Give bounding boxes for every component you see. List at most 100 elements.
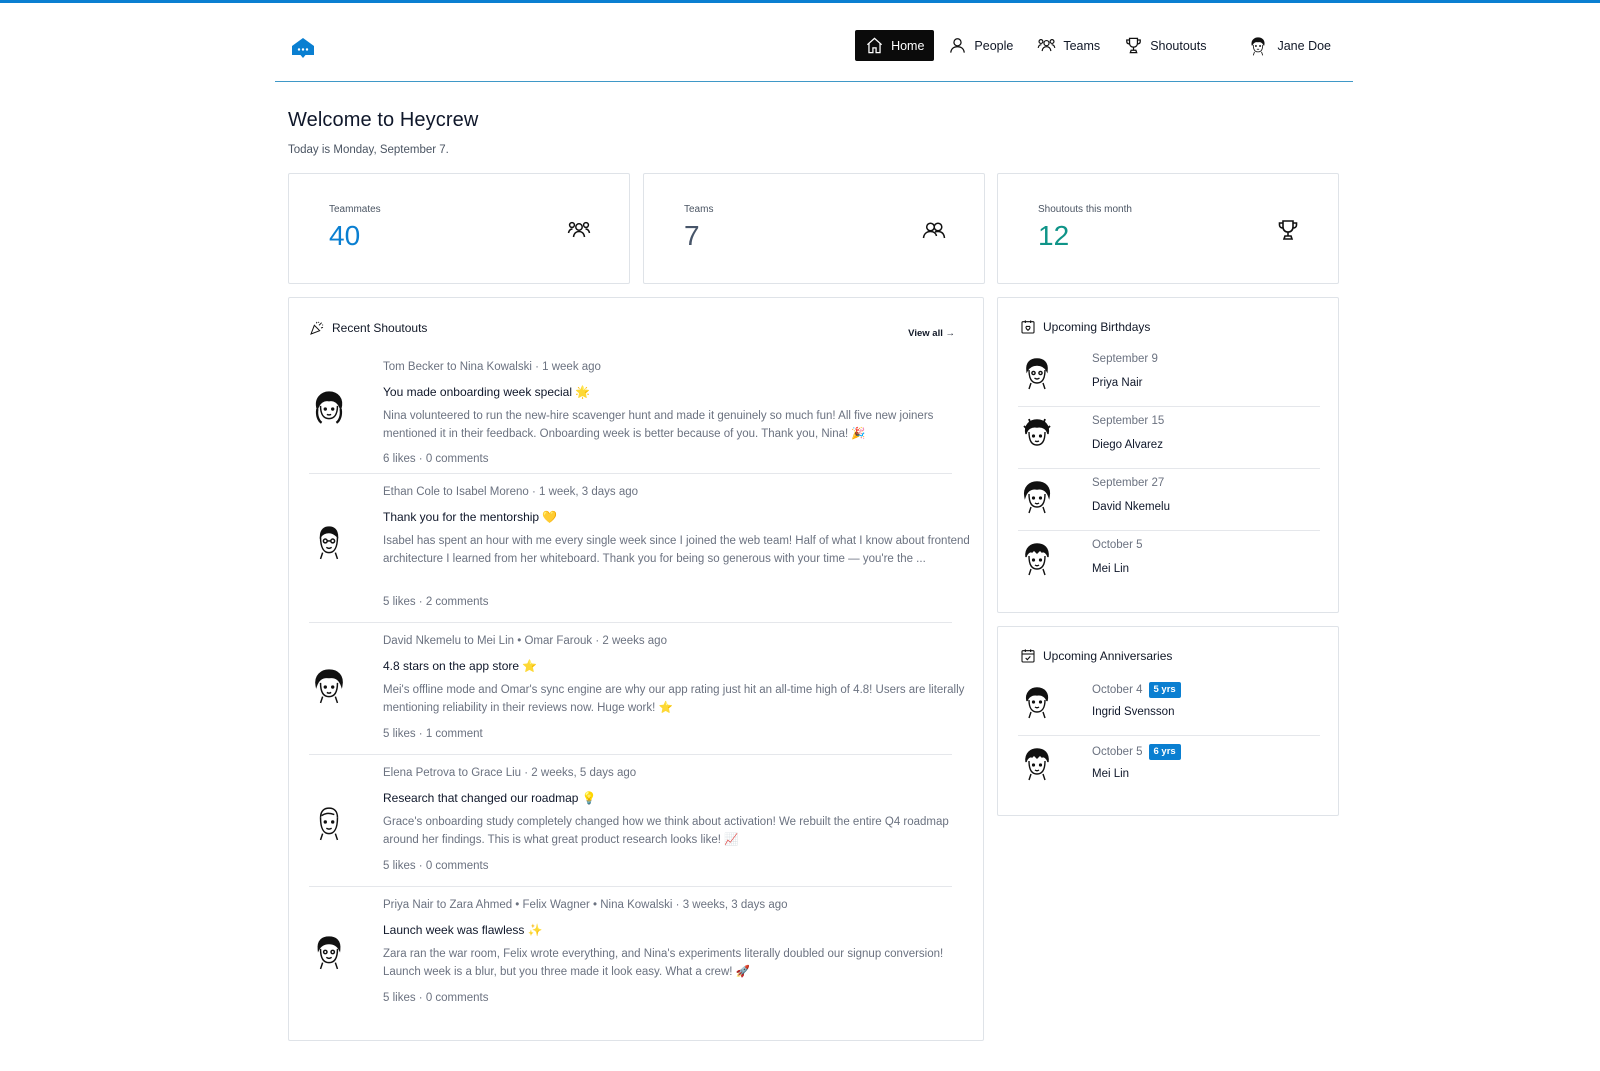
nav-shoutouts[interactable]: Shoutouts: [1114, 30, 1216, 61]
shoutout-meta: Elena Petrova to Grace Liu · 2 weeks, 5 …: [383, 767, 637, 779]
upcoming-anniversaries-panel: Upcoming Anniversaries October 4 5 yrs I…: [997, 626, 1339, 816]
team-icon: [567, 221, 591, 238]
date-text: October 4: [1092, 684, 1143, 696]
birthday-date: September 27: [1092, 477, 1164, 489]
trophy-icon: [1278, 220, 1298, 240]
shoutout-meta: Ethan Cole to Isabel Moreno · 1 week, 3 …: [383, 486, 639, 498]
shoutout-title: Thank you for the mentorship 💛: [383, 510, 558, 524]
app-header: Home People Teams Shoutouts Jane Doe: [275, 3, 1353, 82]
user-menu[interactable]: Jane Doe: [1238, 30, 1341, 61]
avatar: [1025, 748, 1049, 781]
calendar-heart-icon: [1021, 320, 1035, 334]
years-badge: 6 yrs: [1148, 744, 1181, 760]
shoutout-body: Grace's onboarding study completely chan…: [383, 816, 949, 846]
panel-header: Upcoming Anniversaries: [1020, 648, 1172, 664]
shoutout-item[interactable]: David Nkemelu to Mei Lin • Omar Farouk ·…: [309, 623, 964, 755]
date-text: September 15: [1092, 415, 1165, 427]
person-name: Diego Alvarez: [1092, 439, 1163, 451]
shoutout-body: Mei's offline mode and Omar's sync engin…: [383, 684, 965, 714]
person-name: Ingrid Svensson: [1092, 706, 1175, 718]
avatar: [1023, 418, 1051, 446]
stat-value: 7: [684, 220, 700, 251]
shoutout-stats: 5 likes · 0 comments: [383, 860, 489, 872]
shoutout-meta: Priya Nair to Zara Ahmed • Felix Wagner …: [383, 899, 788, 911]
avatar: [1025, 687, 1049, 719]
birthday-row[interactable]: September 9 Priya Nair: [1018, 345, 1320, 407]
user-avatar: [1251, 36, 1266, 56]
nav-home[interactable]: Home: [855, 30, 935, 61]
shoutout-item[interactable]: Ethan Cole to Isabel Moreno · 1 week, 3 …: [309, 474, 970, 623]
shoutout-item[interactable]: Priya Nair to Zara Ahmed • Felix Wagner …: [309, 887, 952, 1027]
main-nav: Home People Teams Shoutouts Jane Doe: [851, 30, 1341, 61]
team-icon: [1037, 39, 1056, 52]
recent-shoutouts-panel: Recent Shoutouts View all → Tom Becker t…: [288, 297, 984, 1041]
stat-value: 12: [1038, 220, 1070, 251]
anniversary-date: October 5 6 yrs: [1092, 744, 1181, 760]
shoutout-title: 4.8 stars on the app store ⭐: [383, 659, 538, 673]
stat-value: 40: [329, 220, 361, 251]
view-all-link[interactable]: View all →: [908, 328, 955, 339]
birthday-date: September 9: [1092, 353, 1158, 365]
shoutout-title: You made onboarding week special 🌟: [383, 385, 591, 399]
nav-shoutouts-label: Shoutouts: [1150, 38, 1207, 53]
shoutout-meta: David Nkemelu to Mei Lin • Omar Farouk ·…: [383, 635, 667, 647]
birthday-row[interactable]: September 27 David Nkemelu: [1018, 469, 1320, 531]
stat-label: Teammates: [329, 204, 381, 215]
logo-icon[interactable]: [291, 36, 315, 60]
party-popper-icon: [310, 321, 324, 335]
panel-title: Upcoming Anniversaries: [1043, 649, 1173, 663]
shoutout-stats: 5 likes · 0 comments: [383, 992, 489, 1004]
shoutout-item[interactable]: Elena Petrova to Grace Liu · 2 weeks, 5 …: [309, 755, 952, 887]
avatar: [315, 669, 343, 704]
years-badge: 5 yrs: [1148, 682, 1181, 698]
person-name: Mei Lin: [1092, 563, 1130, 575]
date-text: September 9: [1092, 353, 1158, 365]
home-icon: [867, 37, 883, 54]
avatar: [317, 936, 341, 970]
panel-header: Upcoming Birthdays: [1020, 319, 1150, 335]
date-text: October 5: [1092, 746, 1143, 758]
shoutout-item[interactable]: Tom Becker to Nina Kowalski · 1 week ago…: [309, 354, 952, 474]
user-name: Jane Doe: [1277, 38, 1331, 53]
nav-people-label: People: [974, 38, 1014, 53]
shoutout-body: Isabel has spent an hour with me every s…: [383, 535, 970, 565]
shoutout-meta: Tom Becker to Nina Kowalski · 1 week ago: [383, 361, 601, 373]
avatar: [1025, 543, 1049, 576]
person-name: Priya Nair: [1092, 377, 1143, 389]
date-text: October 5: [1092, 539, 1143, 551]
nav-people[interactable]: People: [938, 30, 1023, 61]
shoutout-stats: 5 likes · 1 comment: [383, 728, 483, 740]
page-title: Welcome to Heycrew: [288, 109, 479, 131]
avatar: [315, 391, 343, 424]
stat-label: Shoutouts this month: [1038, 204, 1132, 215]
birthday-row[interactable]: October 5 Mei Lin: [1018, 531, 1320, 593]
stat-card-shoutouts[interactable]: Shoutouts this month 12: [997, 173, 1339, 284]
trophy-icon: [1126, 37, 1142, 54]
page-subtitle: Today is Monday, September 7.: [288, 144, 449, 156]
birthday-date: October 5: [1092, 539, 1143, 551]
person-icon: [950, 38, 966, 53]
nav-home-label: Home: [891, 38, 925, 53]
shoutout-stats: 5 likes · 2 comments: [383, 596, 489, 608]
shoutout-title: Launch week was flawless ✨: [383, 923, 543, 937]
anniversary-row[interactable]: October 5 6 yrs Mei Lin: [1018, 736, 1320, 798]
person-name: David Nkemelu: [1092, 501, 1170, 513]
shoutout-stats: 6 likes · 0 comments: [383, 453, 489, 465]
avatar: [319, 807, 339, 841]
date-text: September 27: [1092, 477, 1165, 489]
person-name: Mei Lin: [1092, 768, 1130, 780]
panel-title: Upcoming Birthdays: [1043, 320, 1151, 334]
avatar: [319, 526, 339, 560]
calendar-check-icon: [1021, 649, 1035, 663]
shoutout-body: Zara ran the war room, Felix wrote every…: [383, 948, 944, 978]
stat-card-teammates[interactable]: Teammates 40: [288, 173, 630, 284]
anniversary-row[interactable]: October 4 5 yrs Ingrid Svensson: [1018, 674, 1320, 736]
panel-title: Recent Shoutouts: [332, 321, 428, 335]
upcoming-birthdays-panel: Upcoming Birthdays September 9 Priya Nai…: [997, 297, 1339, 613]
two-people-icon: [922, 222, 946, 239]
stat-card-teams[interactable]: Teams 7: [643, 173, 985, 284]
nav-teams[interactable]: Teams: [1027, 30, 1110, 61]
birthday-row[interactable]: September 15 Diego Alvarez: [1018, 407, 1320, 469]
avatar: [1026, 358, 1048, 390]
shoutout-body: Nina volunteered to run the new-hire sca…: [383, 410, 934, 440]
